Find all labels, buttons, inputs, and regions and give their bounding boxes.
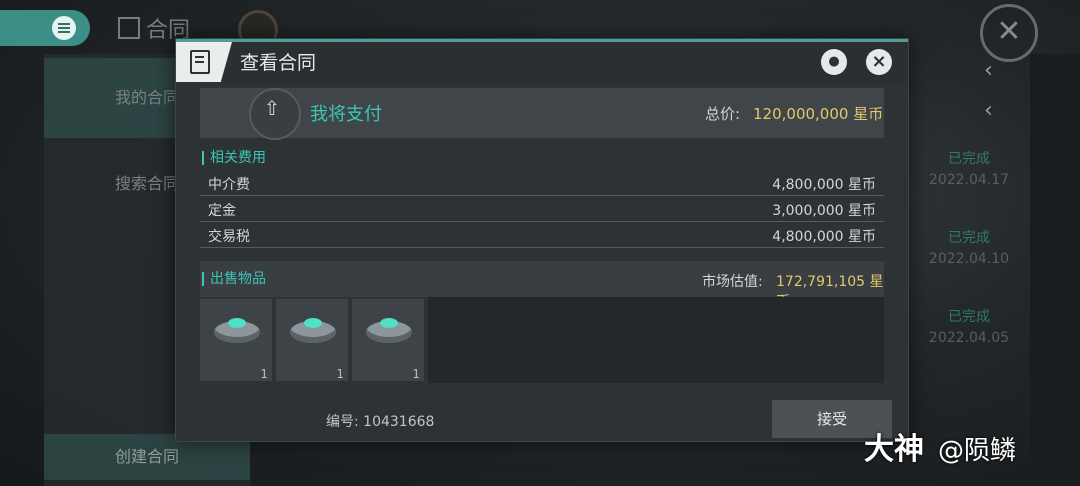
date-text: 2022.04.05 xyxy=(928,330,1010,346)
total-label: 总价: xyxy=(705,105,741,123)
user-icon[interactable]: ● xyxy=(821,49,847,75)
chevron-left-icon[interactable]: ‹ xyxy=(984,98,993,123)
status-text: 已完成 xyxy=(948,151,990,167)
status-text: 已完成 xyxy=(948,309,990,325)
menu-button[interactable] xyxy=(0,10,90,46)
item-quantity: 1 xyxy=(412,367,420,381)
saucer-item-icon xyxy=(214,318,260,343)
saucer-item-icon xyxy=(290,318,336,343)
dialog-title: 查看合同 xyxy=(240,52,317,74)
dialog-header: 查看合同 ● × xyxy=(176,39,908,82)
item-slot[interactable]: 1 xyxy=(276,299,348,381)
fee-value: 3,000,000 星币 xyxy=(772,203,876,219)
empty-item-area xyxy=(428,297,884,383)
item-slot[interactable]: 1 xyxy=(200,299,272,381)
fee-name: 交易税 xyxy=(208,229,250,245)
fees-section-label: 相关费用 xyxy=(202,151,266,165)
saucer-item-icon xyxy=(366,318,412,343)
fee-value: 4,800,000 星币 xyxy=(772,229,876,245)
view-contract-dialog: 查看合同 ● × ⇧ 我将支付 总价: 120,000,000 星币 相关费用 … xyxy=(175,38,909,442)
items-section-label: 出售物品 xyxy=(202,272,266,286)
total-value: 120,000,000 星币 xyxy=(753,105,884,123)
chevron-left-icon[interactable]: ‹ xyxy=(984,58,993,83)
fee-row: 中介费 4,800,000 星币 xyxy=(200,169,884,196)
payment-bar: ⇧ 我将支付 总价: 120,000,000 星币 xyxy=(200,88,884,140)
status-text: 已完成 xyxy=(948,230,990,246)
header-tab xyxy=(176,42,232,82)
upload-cart-icon: ⇧ xyxy=(246,88,301,140)
fee-row: 定金 3,000,000 星币 xyxy=(200,195,884,222)
fee-value: 4,800,000 星币 xyxy=(772,177,876,193)
contract-number: 编号: 10431668 xyxy=(326,414,435,430)
cube-icon xyxy=(118,17,140,39)
menu-icon xyxy=(52,16,76,40)
fee-name: 定金 xyxy=(208,203,236,219)
item-slot[interactable]: 1 xyxy=(352,299,424,381)
fee-name: 中介费 xyxy=(208,177,250,193)
watermark: 大神 @陨鳞 xyxy=(864,432,1017,467)
items-bar: 出售物品 市场估值: 172,791,105 星币 xyxy=(200,261,884,310)
date-text: 2022.04.10 xyxy=(928,251,1010,267)
market-value-label: 市场估值: xyxy=(702,274,763,290)
list-item[interactable]: 已完成 2022.04.17 xyxy=(908,148,1030,188)
item-quantity: 1 xyxy=(260,367,268,381)
list-item[interactable]: 已完成 2022.04.10 xyxy=(908,227,1030,267)
close-button[interactable]: × xyxy=(866,49,892,75)
list-item[interactable]: 已完成 2022.04.05 xyxy=(908,306,1030,346)
pay-label: 我将支付 xyxy=(310,104,382,125)
date-text: 2022.04.17 xyxy=(928,172,1010,188)
fee-row: 交易税 4,800,000 星币 xyxy=(200,221,884,248)
right-strip xyxy=(1030,54,1080,486)
document-icon xyxy=(190,50,210,74)
item-quantity: 1 xyxy=(336,367,344,381)
